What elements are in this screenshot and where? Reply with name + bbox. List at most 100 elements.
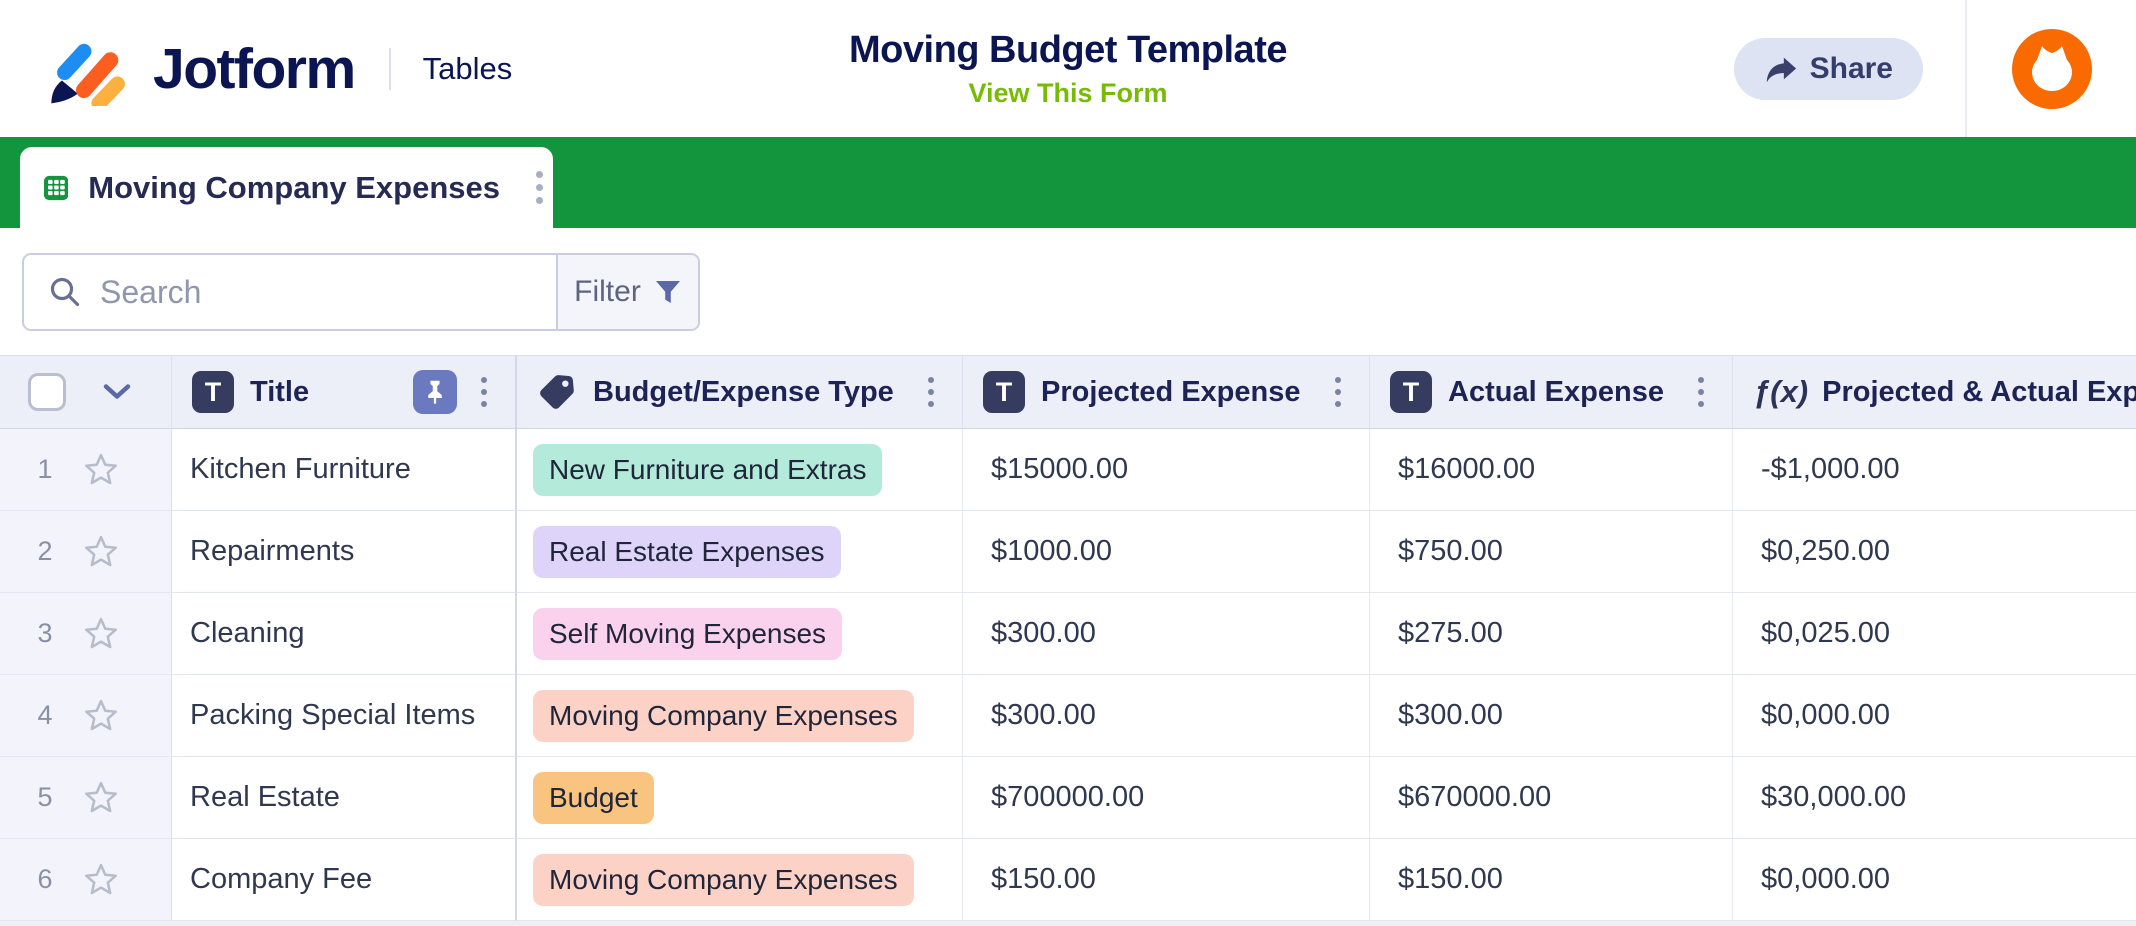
cell-actual[interactable]: $150.00: [1370, 839, 1733, 921]
column-header-projected[interactable]: T Projected Expense: [963, 355, 1370, 429]
filter-button[interactable]: Filter: [556, 255, 698, 329]
table-row: 1 Kitchen Furniture New Furniture and Ex…: [0, 429, 2136, 511]
jotform-logo-icon: [43, 32, 139, 106]
data-grid: T Title Budget/Expense Type T: [0, 355, 2136, 926]
type-badge: Moving Company Expenses: [533, 854, 914, 906]
cell-type[interactable]: Budget: [517, 757, 963, 839]
share-label: Share: [1810, 52, 1893, 86]
text-field-icon: T: [1390, 371, 1432, 413]
sheet-tab-menu-kebab-icon[interactable]: [526, 165, 553, 210]
filter-funnel-icon: [654, 278, 682, 306]
share-button[interactable]: Share: [1734, 38, 1923, 100]
star-button[interactable]: [82, 615, 120, 653]
pin-button[interactable]: [413, 370, 457, 414]
cell-title[interactable]: Cleaning: [172, 593, 517, 675]
cell-title[interactable]: Repairments: [172, 511, 517, 593]
select-all-checkbox[interactable]: [28, 373, 66, 411]
user-avatar[interactable]: [1967, 29, 2136, 109]
cell-type[interactable]: New Furniture and Extras: [517, 429, 963, 511]
chevron-down-icon[interactable]: [102, 383, 132, 401]
column-menu-kebab-icon[interactable]: [1325, 371, 1351, 413]
cell-net[interactable]: $0,025.00: [1733, 593, 2136, 675]
table-row: 2 Repairments Real Estate Expenses $1000…: [0, 511, 2136, 593]
column-header-title[interactable]: T Title: [172, 355, 517, 429]
type-badge: Self Moving Expenses: [533, 608, 842, 660]
cell-actual[interactable]: $16000.00: [1370, 429, 1733, 511]
cell-projected[interactable]: $300.00: [963, 593, 1370, 675]
star-button[interactable]: [82, 697, 120, 735]
horizontal-scrollbar-track[interactable]: [0, 921, 2136, 926]
cell-title[interactable]: Packing Special Items: [172, 675, 517, 757]
avatar-icon: [2012, 29, 2092, 109]
star-icon: [82, 861, 120, 899]
cell-projected[interactable]: $1000.00: [963, 511, 1370, 593]
search-input[interactable]: [100, 274, 480, 311]
cell-net[interactable]: $0,000.00: [1733, 675, 2136, 757]
product-name: Tables: [423, 51, 513, 87]
column-header-actual[interactable]: T Actual Expense: [1370, 355, 1733, 429]
cell-actual[interactable]: $300.00: [1370, 675, 1733, 757]
cell-net[interactable]: $0,000.00: [1733, 839, 2136, 921]
column-header-net[interactable]: ƒ(x) Projected & Actual Expenses: [1733, 355, 2136, 429]
star-icon: [82, 697, 120, 735]
page-title: Moving Budget Template: [618, 29, 1518, 72]
row-number: 2: [28, 536, 62, 567]
star-button[interactable]: [82, 861, 120, 899]
star-button[interactable]: [82, 533, 120, 571]
column-menu-kebab-icon[interactable]: [1688, 371, 1714, 413]
search-segment: [24, 255, 556, 329]
row-number: 3: [28, 618, 62, 649]
text-field-icon: T: [983, 371, 1025, 413]
cell-projected[interactable]: $150.00: [963, 839, 1370, 921]
cell-actual[interactable]: $750.00: [1370, 511, 1733, 593]
star-button[interactable]: [82, 451, 120, 489]
cell-type[interactable]: Real Estate Expenses: [517, 511, 963, 593]
brand: Jotform Tables: [43, 0, 512, 137]
column-header-type[interactable]: Budget/Expense Type: [517, 355, 963, 429]
type-badge: Real Estate Expenses: [533, 526, 841, 578]
cell-projected[interactable]: $700000.00: [963, 757, 1370, 839]
star-icon: [82, 533, 120, 571]
sheet-tab[interactable]: Moving Company Expenses: [20, 147, 553, 228]
cell-type[interactable]: Self Moving Expenses: [517, 593, 963, 675]
column-menu-kebab-icon[interactable]: [918, 371, 944, 413]
pin-icon: [420, 377, 450, 407]
cell-title[interactable]: Company Fee: [172, 839, 517, 921]
table-row: 3 Cleaning Self Moving Expenses $300.00 …: [0, 593, 2136, 675]
text-field-icon: T: [192, 371, 234, 413]
table-row: 5 Real Estate Budget $700000.00 $670000.…: [0, 757, 2136, 839]
brand-wordmark: Jotform: [153, 36, 355, 102]
type-badge: Moving Company Expenses: [533, 690, 914, 742]
formula-icon: ƒ(x): [1753, 374, 1808, 410]
cell-type[interactable]: Moving Company Expenses: [517, 839, 963, 921]
cell-actual[interactable]: $670000.00: [1370, 757, 1733, 839]
search-icon: [48, 275, 82, 309]
grid-header-row: T Title Budget/Expense Type T: [0, 355, 2136, 429]
sheet-tab-label: Moving Company Expenses: [88, 170, 500, 206]
table-row: 6 Company Fee Moving Company Expenses $1…: [0, 839, 2136, 921]
sheet-tab-bar: Moving Company Expenses: [0, 137, 2136, 228]
column-menu-kebab-icon[interactable]: [471, 371, 497, 413]
type-badge: Budget: [533, 772, 654, 824]
row-number: 6: [28, 864, 62, 895]
share-icon: [1764, 52, 1798, 86]
star-icon: [82, 779, 120, 817]
view-form-link[interactable]: View This Form: [618, 78, 1518, 109]
table-grid-icon: [44, 164, 68, 212]
cell-type[interactable]: Moving Company Expenses: [517, 675, 963, 757]
cell-net[interactable]: $30,000.00: [1733, 757, 2136, 839]
star-button[interactable]: [82, 779, 120, 817]
cell-net[interactable]: -$1,000.00: [1733, 429, 2136, 511]
cell-title[interactable]: Real Estate: [172, 757, 517, 839]
star-icon: [82, 615, 120, 653]
cell-net[interactable]: $0,250.00: [1733, 511, 2136, 593]
cell-actual[interactable]: $275.00: [1370, 593, 1733, 675]
cell-title[interactable]: Kitchen Furniture: [172, 429, 517, 511]
cell-projected[interactable]: $300.00: [963, 675, 1370, 757]
cell-projected[interactable]: $15000.00: [963, 429, 1370, 511]
title-block: Moving Budget Template View This Form: [618, 29, 1518, 109]
tag-icon: [537, 372, 577, 412]
row-number: 1: [28, 454, 62, 485]
search-bar: Filter: [22, 253, 700, 331]
star-icon: [82, 451, 120, 489]
